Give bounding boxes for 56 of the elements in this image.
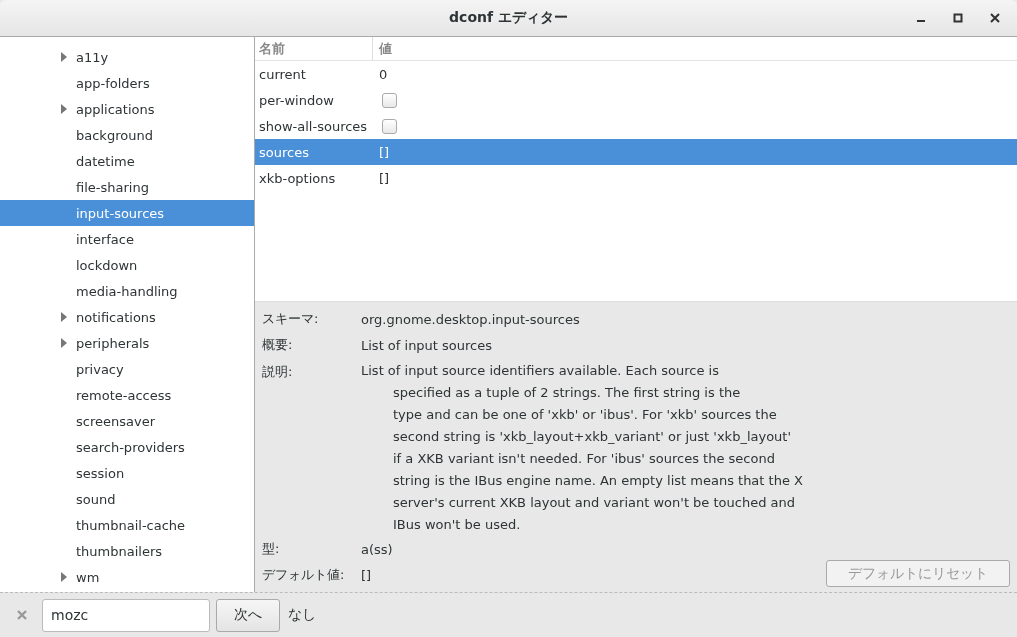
tree-item[interactable]: peripherals	[0, 330, 254, 356]
info-label: 型:	[262, 540, 281, 558]
tree-item[interactable]: remote-access	[0, 382, 254, 408]
key-name: sources	[258, 144, 310, 160]
tree-item[interactable]: media-handling	[0, 278, 254, 304]
key-row[interactable]: xkb-options []	[255, 165, 1017, 191]
info-value: a(ss)	[361, 541, 393, 557]
tree-item[interactable]: file-sharing	[0, 174, 254, 200]
tree-item[interactable]: wm	[0, 564, 254, 590]
info-value: org.gnome.desktop.input-sources	[361, 311, 580, 327]
maximize-icon[interactable]	[952, 12, 964, 24]
key-value: []	[379, 144, 390, 160]
key-row[interactable]: show-all-sources	[255, 113, 1017, 139]
tree-item[interactable]: interface	[0, 226, 254, 252]
tree-item[interactable]: privacy	[0, 356, 254, 382]
description-text: List of input source identifiers available. Each source is specified as a tuple of 2 strings. The first string is the type and can be one of 'xkb' or 'ibus'. For 'xkb' sources the second string is 'xkb_layout+xkb_variant' or just 'xkb_layout' if a XKB variant isn't needed. For 'ibus' sources the second string is the IBus engine name. An empty list means that the X server's current XKB layout and variant won't be touched and IBus won't be used.	[361, 362, 803, 534]
search-field[interactable]: mozc	[42, 598, 210, 632]
key-row[interactable]: per-window	[255, 87, 1017, 113]
tree-item[interactable]: applications	[0, 96, 254, 122]
tree-item[interactable]: search-providers	[0, 434, 254, 460]
expander-icon[interactable]	[61, 338, 67, 348]
tree-item[interactable]: lockdown	[0, 252, 254, 278]
key-name: current	[258, 66, 307, 82]
info-value: []	[361, 567, 372, 583]
tree-item[interactable]: a11y	[0, 44, 254, 70]
info-value: List of input sources	[361, 337, 493, 353]
expander-icon[interactable]	[61, 312, 67, 322]
next-button[interactable]: 次へ	[216, 598, 280, 632]
tree-item[interactable]: thumbnailers	[0, 538, 254, 564]
search-result: なし	[288, 606, 316, 624]
info-label: 概要:	[262, 336, 294, 354]
column-header[interactable]: 値	[372, 37, 392, 60]
key-value: 0	[379, 66, 388, 82]
expander-icon[interactable]	[61, 572, 67, 582]
info-label: デフォルト値:	[262, 566, 346, 584]
key-name: per-window	[258, 92, 335, 108]
info-label: スキーマ:	[262, 310, 320, 328]
window-title: dconf エディター	[449, 9, 568, 27]
key-name: xkb-options	[258, 170, 337, 186]
close-icon[interactable]	[989, 12, 1001, 24]
key-name: show-all-sources	[258, 118, 369, 134]
tree-item[interactable]: session	[0, 460, 254, 486]
tree-item[interactable]: notifications	[0, 304, 254, 330]
expander-icon[interactable]	[61, 104, 67, 114]
key-value: []	[379, 170, 390, 186]
key-row[interactable]: current 0	[255, 61, 1017, 87]
tree-item[interactable]: sound	[0, 486, 254, 512]
tree-item[interactable]: thumbnail-cache	[0, 512, 254, 538]
checkbox[interactable]	[382, 118, 397, 134]
tree-item[interactable]: datetime	[0, 148, 254, 174]
info-label: 説明:	[262, 363, 294, 381]
tree-item[interactable]: app-folders	[0, 70, 254, 96]
tree-item[interactable]: background	[0, 122, 254, 148]
checkbox[interactable]	[382, 92, 397, 108]
tree-item[interactable]: screensaver	[0, 408, 254, 434]
expander-icon[interactable]	[61, 52, 67, 62]
